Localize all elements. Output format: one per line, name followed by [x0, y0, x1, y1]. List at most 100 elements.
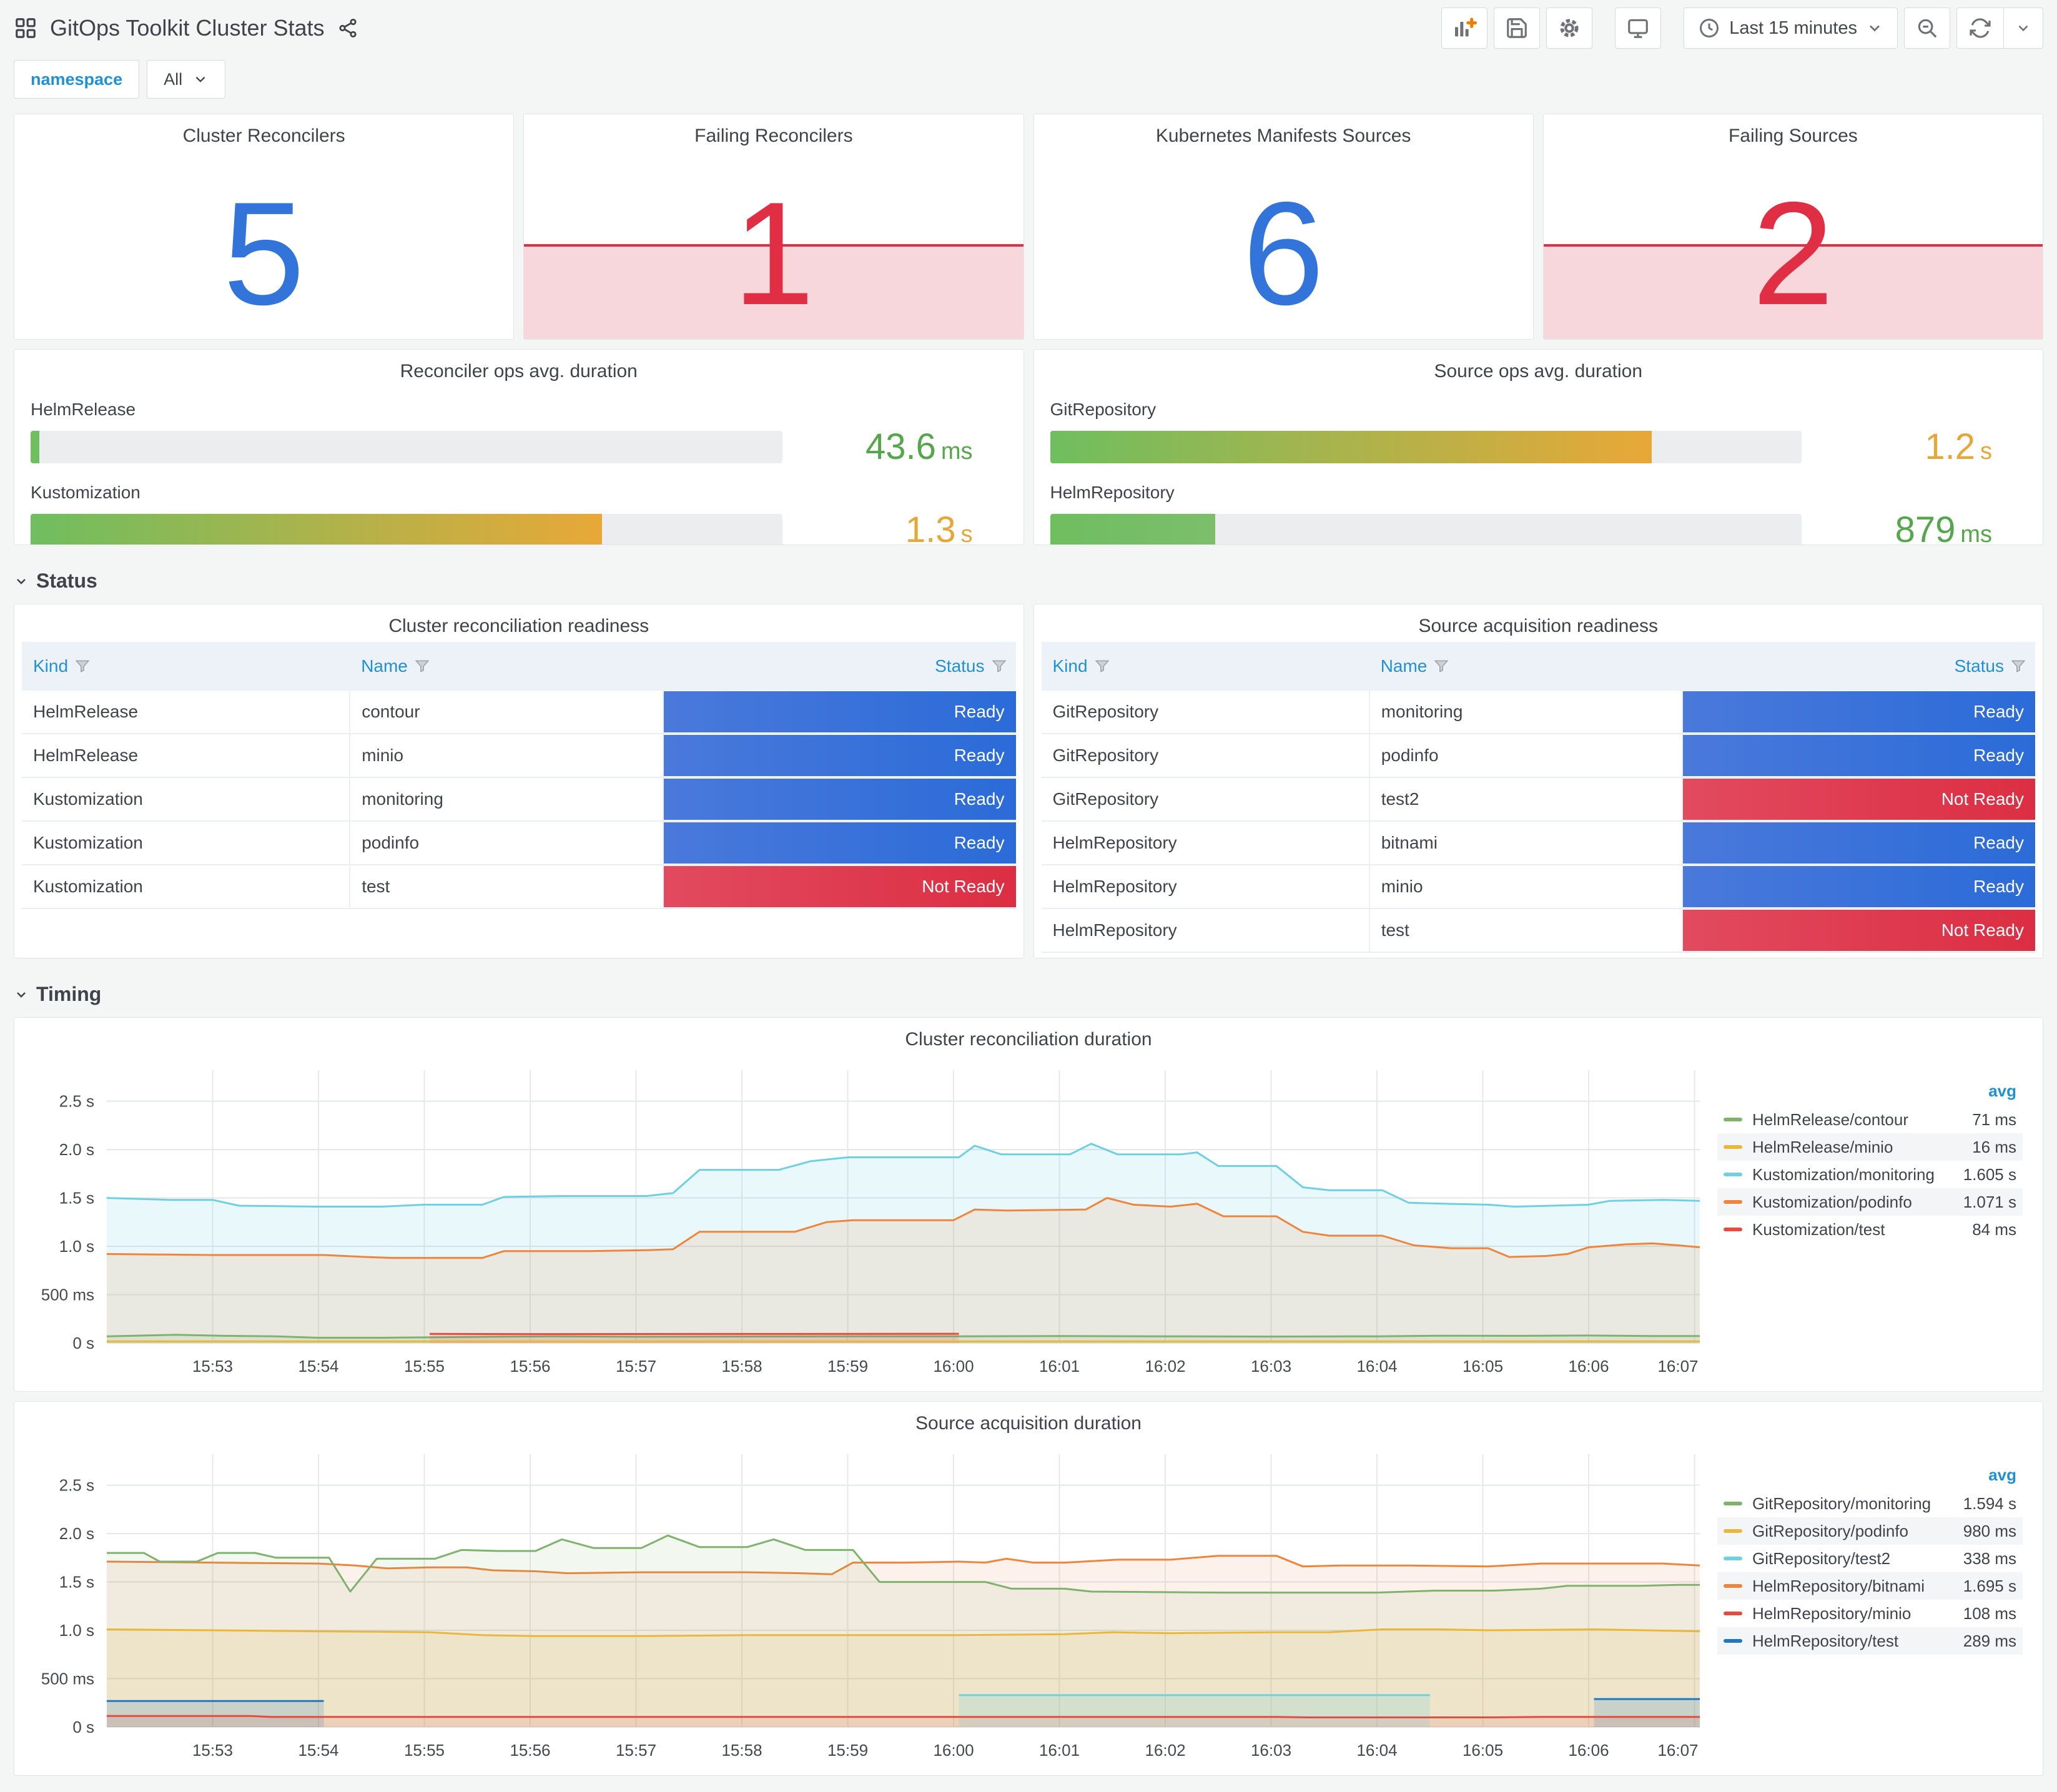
- panel-title: Reconciler ops avg. duration: [400, 361, 638, 382]
- legend-item[interactable]: HelmRelease/minio 16 ms: [1717, 1133, 2023, 1161]
- cell-name: podinfo: [1369, 734, 1684, 778]
- table-row[interactable]: HelmRepository minio Ready: [1041, 865, 2035, 909]
- cell-name: monitoring: [1369, 691, 1684, 734]
- legend-item[interactable]: GitRepository/test2 338 ms: [1717, 1545, 2023, 1572]
- panel-reconciler-ops-duration[interactable]: Reconciler ops avg. duration HelmRelease…: [14, 349, 1024, 545]
- legend-item[interactable]: HelmRepository/bitnami 1.695 s: [1717, 1572, 2023, 1600]
- column-header-kind[interactable]: Kind: [1041, 642, 1369, 691]
- legend-item[interactable]: Kustomization/test 84 ms: [1717, 1216, 2023, 1243]
- table-row[interactable]: GitRepository test2 Not Ready: [1041, 777, 2035, 822]
- share-icon[interactable]: [337, 17, 358, 39]
- status-badge: Ready: [1683, 866, 2035, 907]
- cell-name: minio: [1369, 865, 1684, 909]
- series-avg-value: 980 ms: [1963, 1521, 2016, 1540]
- tables-row: Cluster reconciliation readiness Kind Na…: [0, 604, 2057, 958]
- series-name: Kustomization/monitoring: [1752, 1164, 1935, 1184]
- gauge-label: HelmRepository: [1050, 483, 1175, 502]
- panel-cluster-reconciliation-duration[interactable]: Cluster reconciliation duration 0 s 500 m…: [14, 1017, 2043, 1392]
- legend-avg-header[interactable]: avg: [1717, 1081, 2023, 1101]
- legend-avg-header[interactable]: avg: [1717, 1465, 2023, 1485]
- panel-kubernetes-manifests-sources[interactable]: Kubernetes Manifests Sources 6: [1033, 114, 1534, 340]
- table-header-row: Kind Name Status: [22, 642, 1016, 691]
- timeseries-plot[interactable]: 0 s 500 ms 1.0 s 1.5 s 2.0 s 2.5 s 15:53 15:54 1…: [18, 1053, 1717, 1381]
- add-panel-button[interactable]: [1441, 7, 1488, 49]
- variable-namespace-value-dropdown[interactable]: All: [147, 60, 226, 99]
- series-name: HelmRepository/minio: [1752, 1603, 1911, 1623]
- cell-kind: GitRepository: [1041, 734, 1370, 778]
- legend-item[interactable]: GitRepository/monitoring 1.594 s: [1717, 1490, 2023, 1517]
- gauge-value: 43.6 ms: [865, 426, 973, 467]
- panel-title: Failing Reconcilers: [694, 126, 853, 146]
- table-row[interactable]: Kustomization test Not Ready: [22, 865, 1016, 909]
- legend-item[interactable]: HelmRepository/minio 108 ms: [1717, 1600, 2023, 1627]
- table-row[interactable]: GitRepository monitoring Ready: [1041, 691, 2035, 734]
- series-avg-value: 108 ms: [1963, 1603, 2016, 1623]
- refresh-interval-dropdown[interactable]: [2003, 8, 2043, 48]
- panel-failing-sources[interactable]: Failing Sources 2: [1542, 114, 2043, 340]
- svg-text:15:54: 15:54: [298, 1741, 338, 1760]
- cell-kind: GitRepository: [1041, 777, 1370, 822]
- table-row[interactable]: HelmRelease contour Ready: [22, 691, 1016, 734]
- column-header-name[interactable]: Name: [350, 642, 663, 691]
- chevron-down-icon: [195, 76, 205, 82]
- table-row[interactable]: HelmRelease minio Ready: [22, 734, 1016, 778]
- variable-namespace-value: All: [164, 69, 183, 89]
- table-row[interactable]: HelmRepository bitnami Ready: [1041, 821, 2035, 865]
- dashboard-grid-icon[interactable]: [14, 16, 37, 40]
- legend-item[interactable]: Kustomization/monitoring 1.605 s: [1717, 1161, 2023, 1188]
- time-range-picker[interactable]: Last 15 minutes: [1684, 7, 1898, 49]
- panel-cluster-reconcilers[interactable]: Cluster Reconcilers 5: [14, 114, 515, 340]
- svg-text:2.0 s: 2.0 s: [59, 1524, 94, 1543]
- legend-item[interactable]: HelmRepository/test 289 ms: [1717, 1627, 2023, 1655]
- panel-cluster-reconciliation-readiness[interactable]: Cluster reconciliation readiness Kind Na…: [14, 604, 1024, 958]
- dashboard-toolbar: Last 15 minutes: [1441, 7, 2043, 49]
- cell-kind: Kustomization: [22, 821, 351, 865]
- column-header-status[interactable]: Status: [663, 642, 1016, 691]
- table-row[interactable]: Kustomization podinfo Ready: [22, 821, 1016, 865]
- filter-icon: [2010, 658, 2026, 674]
- panel-source-ops-duration[interactable]: Source ops avg. duration GitRepository 1…: [1033, 349, 2043, 545]
- section-status[interactable]: Status: [0, 554, 2057, 604]
- section-status-label: Status: [36, 569, 97, 592]
- column-header-kind[interactable]: Kind: [22, 642, 350, 691]
- gauge-row: Kustomization 1.3 s: [31, 483, 1007, 544]
- save-dashboard-button[interactable]: [1494, 7, 1541, 49]
- dashboard-header: GitOps Toolkit Cluster Stats Last 15 min…: [0, 0, 2057, 51]
- gauge-row: GitRepository 1.2 s: [1050, 400, 2027, 468]
- series-avg-value: 71 ms: [1972, 1110, 2016, 1129]
- gauge-value: 879 ms: [1895, 510, 1992, 545]
- cell-kind: Kustomization: [22, 865, 351, 909]
- svg-text:500 ms: 500 ms: [41, 1670, 94, 1688]
- timeseries-plot[interactable]: 0 s 500 ms 1.0 s 1.5 s 2.0 s 2.5 s 15:53 15:54 1…: [18, 1437, 1717, 1765]
- status-badge: Ready: [1683, 822, 2035, 864]
- filter-icon: [991, 658, 1007, 674]
- cycle-view-mode-button[interactable]: [1615, 7, 1662, 49]
- svg-text:16:01: 16:01: [1039, 1741, 1080, 1760]
- svg-text:16:03: 16:03: [1251, 1357, 1291, 1376]
- legend-item[interactable]: Kustomization/podinfo 1.071 s: [1717, 1188, 2023, 1216]
- series-name: HelmRepository/bitnami: [1752, 1576, 1925, 1595]
- zoom-out-button[interactable]: [1904, 7, 1950, 49]
- table-row[interactable]: HelmRepository test Not Ready: [1041, 908, 2035, 953]
- cell-kind: HelmRepository: [1041, 865, 1370, 909]
- panel-source-acquisition-readiness[interactable]: Source acquisition readiness Kind Name S…: [1033, 604, 2043, 958]
- refresh-button[interactable]: [1957, 8, 2003, 48]
- legend-item[interactable]: GitRepository/podinfo 980 ms: [1717, 1517, 2023, 1545]
- svg-text:16:00: 16:00: [933, 1741, 974, 1760]
- svg-text:15:55: 15:55: [404, 1357, 445, 1376]
- legend-item[interactable]: HelmRelease/contour 71 ms: [1717, 1106, 2023, 1133]
- column-header-name[interactable]: Name: [1369, 642, 1682, 691]
- dashboard-settings-button[interactable]: [1546, 7, 1593, 49]
- gauge-track: [1050, 430, 1802, 463]
- table-row[interactable]: Kustomization monitoring Ready: [22, 777, 1016, 822]
- table-row[interactable]: GitRepository podinfo Ready: [1041, 734, 2035, 778]
- panel-source-acquisition-duration[interactable]: Source acquisition duration 0 s 500 ms 1.0…: [14, 1401, 2043, 1776]
- column-header-status[interactable]: Status: [1682, 642, 2035, 691]
- section-timing[interactable]: Timing: [0, 968, 2057, 1017]
- variable-namespace-label[interactable]: namespace: [14, 60, 140, 99]
- series-color-marker: [1724, 1502, 1742, 1505]
- magnifier-minus-icon: [1918, 19, 1937, 38]
- chevron-down-icon: [17, 992, 26, 998]
- panel-failing-reconcilers[interactable]: Failing Reconcilers 1: [523, 114, 1024, 340]
- series-color-marker: [1724, 1529, 1742, 1533]
